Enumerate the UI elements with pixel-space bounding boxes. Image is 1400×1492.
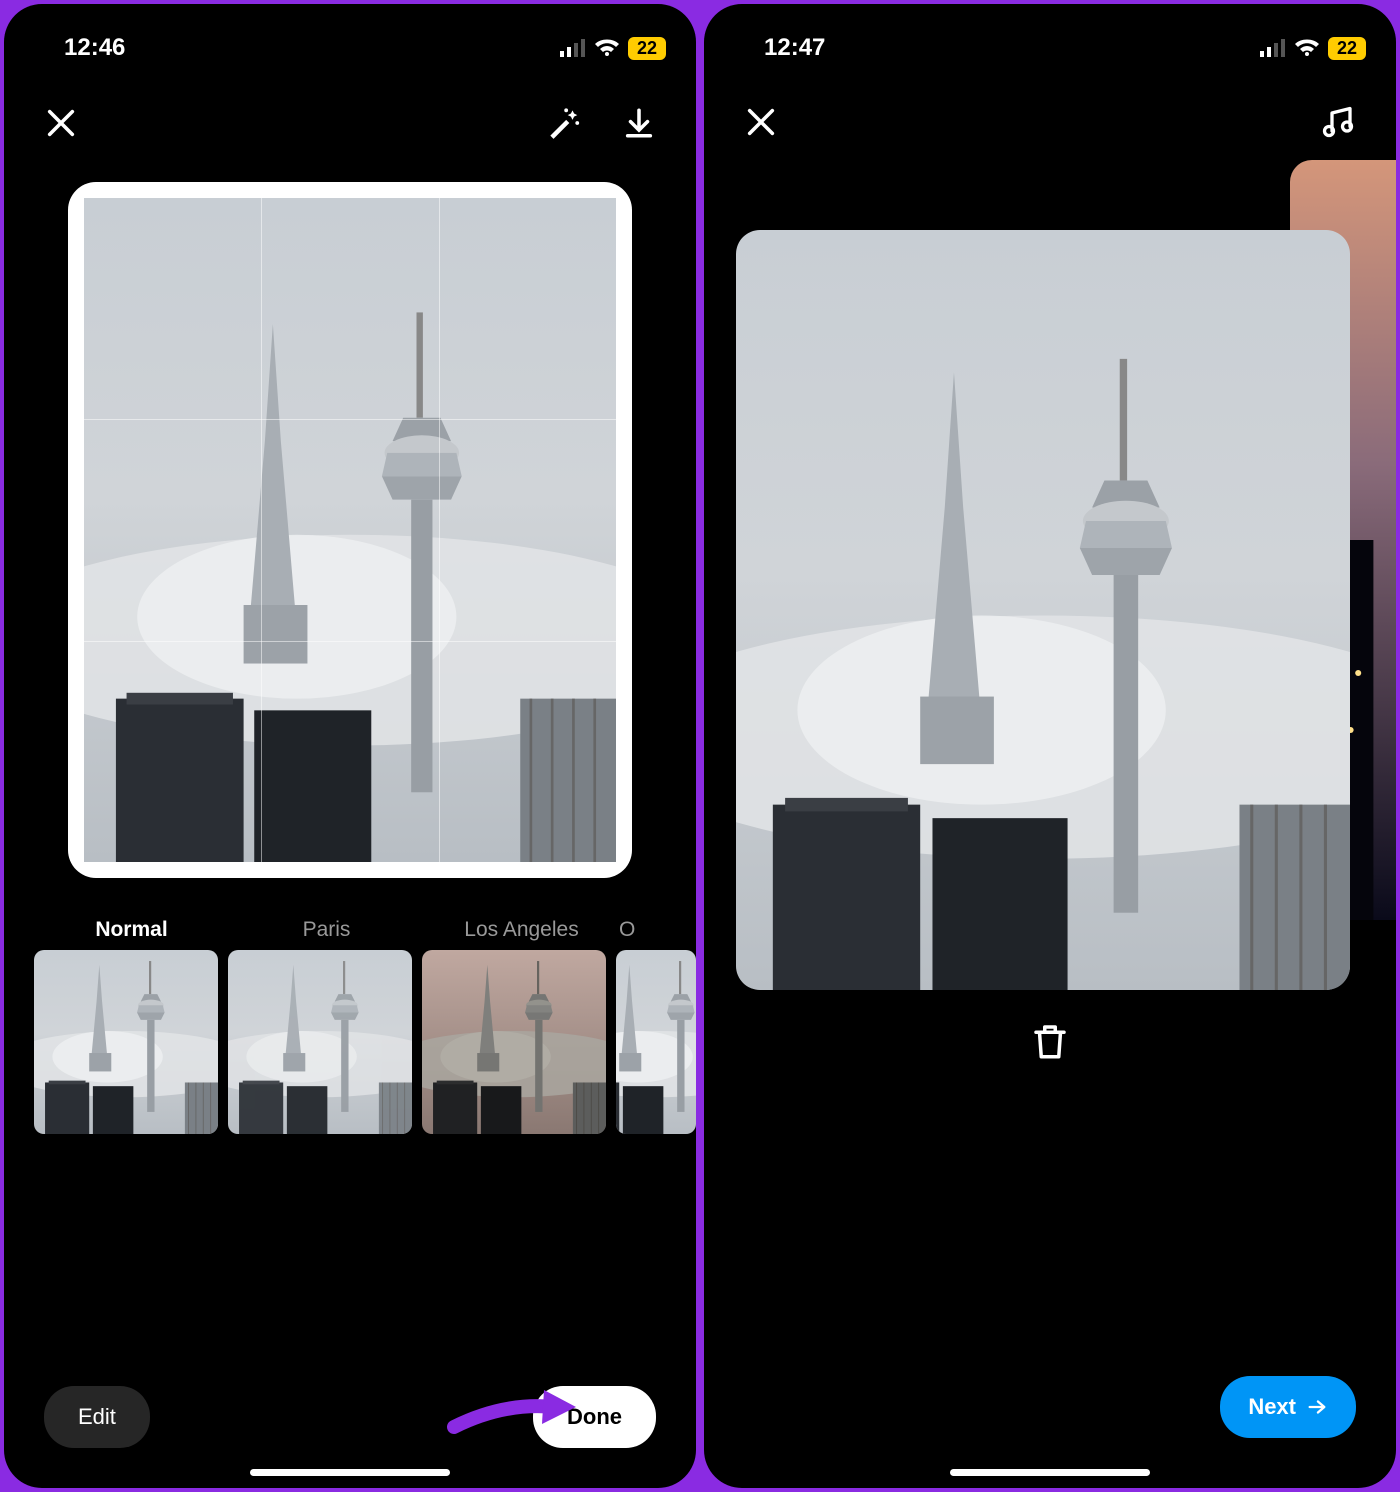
filter-label-partial[interactable]: O: [619, 918, 659, 942]
filter-thumb-partial[interactable]: [616, 950, 696, 1134]
magic-wand-icon[interactable]: [544, 104, 582, 142]
status-time: 12:46: [64, 34, 125, 62]
filter-label-losangeles[interactable]: Los Angeles: [424, 918, 619, 942]
carousel-main-image[interactable]: [736, 230, 1350, 990]
filter-thumb-paris[interactable]: [228, 950, 412, 1134]
filter-thumb-normal[interactable]: [34, 950, 218, 1134]
top-bar: [704, 74, 1396, 150]
close-icon[interactable]: [44, 106, 78, 140]
download-icon[interactable]: [622, 106, 656, 140]
status-time: 12:47: [764, 34, 825, 62]
edit-button[interactable]: Edit: [44, 1386, 150, 1448]
carousel[interactable]: [704, 150, 1396, 1376]
phone-left: 12:46 22: [4, 4, 696, 1488]
filter-label-normal[interactable]: Normal: [34, 918, 229, 942]
wifi-icon: [594, 38, 620, 58]
wifi-icon: [1294, 38, 1320, 58]
done-button[interactable]: Done: [533, 1386, 656, 1448]
status-icons: 22: [560, 37, 666, 60]
home-indicator[interactable]: [250, 1469, 450, 1476]
status-icons: 22: [1260, 37, 1366, 60]
battery-indicator: 22: [1328, 37, 1366, 60]
photo-preview[interactable]: [4, 152, 696, 898]
next-button-label: Next: [1248, 1394, 1296, 1420]
close-icon[interactable]: [744, 105, 778, 139]
bottom-bar: Edit Done: [4, 1326, 696, 1488]
trash-icon[interactable]: [1029, 1020, 1071, 1062]
status-bar: 12:47 22: [704, 4, 1396, 74]
filter-thumb-losangeles[interactable]: [422, 950, 606, 1134]
phone-right: 12:47 22: [704, 4, 1396, 1488]
home-indicator[interactable]: [950, 1469, 1150, 1476]
filter-thumbnails[interactable]: [4, 950, 696, 1134]
filter-labels: Normal Paris Los Angeles O: [4, 898, 696, 950]
filter-label-paris[interactable]: Paris: [229, 918, 424, 942]
battery-indicator: 22: [628, 37, 666, 60]
top-bar: [4, 74, 696, 152]
next-button[interactable]: Next: [1220, 1376, 1356, 1438]
status-bar: 12:46 22: [4, 4, 696, 74]
cellular-icon: [1260, 39, 1286, 57]
cellular-icon: [560, 39, 586, 57]
music-icon[interactable]: [1320, 104, 1356, 140]
